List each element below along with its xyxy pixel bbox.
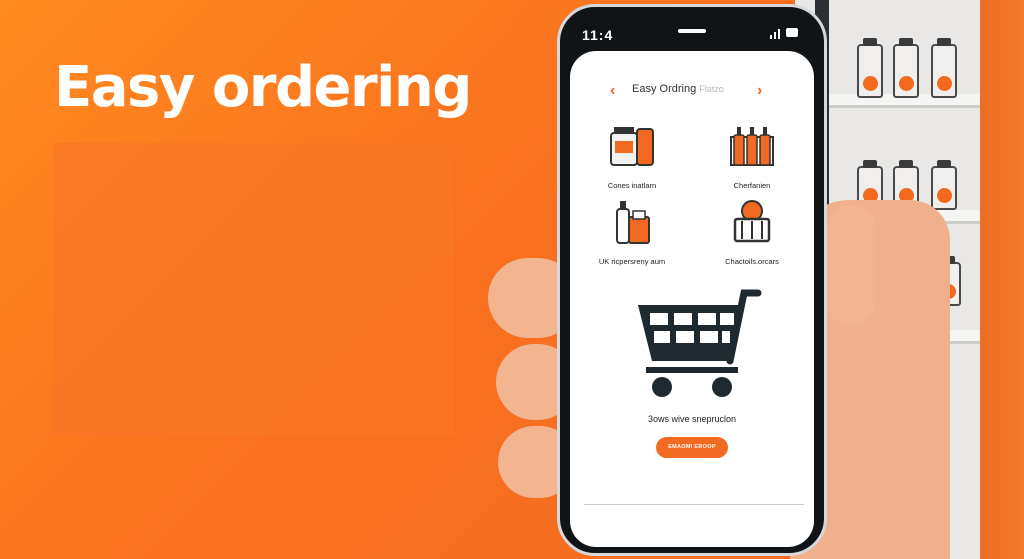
nav-title: Easy Ordring Flatzo xyxy=(632,83,724,95)
chevron-right-icon[interactable]: › xyxy=(757,81,762,101)
category-label: Chactoils.orcars xyxy=(725,257,779,266)
phone: 11:4 ‹ Easy Ordring Flatzo › Cones inatl… xyxy=(557,4,827,556)
category-item[interactable]: Cones inatlarn xyxy=(592,123,672,190)
cart-caption: 3ows wive snepruclon xyxy=(647,414,737,424)
signal-icon xyxy=(770,27,780,39)
bottle-bag-icon xyxy=(607,199,657,245)
order-button[interactable]: EMAOMI EROOP xyxy=(656,437,728,458)
status-time: 11:4 xyxy=(582,27,614,43)
category-item[interactable]: Chactoils.orcars xyxy=(712,199,792,266)
nav-title-suffix: Flatzo xyxy=(699,84,724,94)
jar xyxy=(931,160,957,210)
headline: Easy ordering xyxy=(54,55,472,120)
nav-title-text: Easy Ordring xyxy=(632,83,697,95)
basket-icon xyxy=(727,199,777,245)
thumb xyxy=(826,205,876,325)
chevron-left-icon[interactable]: ‹ xyxy=(610,81,615,101)
promo-panel xyxy=(54,143,454,436)
jar-products-icon xyxy=(607,123,657,169)
right-strip xyxy=(980,0,1024,559)
battery-icon xyxy=(786,28,798,37)
jar xyxy=(857,38,883,98)
category-label: Cones inatlarn xyxy=(607,181,657,190)
category-item[interactable]: Cherfanien xyxy=(712,123,792,190)
speaker-notch xyxy=(678,29,706,33)
jar xyxy=(931,38,957,98)
shopping-cart-icon xyxy=(632,283,762,403)
app-screen: ‹ Easy Ordring Flatzo › Cones inatlarn C… xyxy=(570,51,814,547)
bottles-icon xyxy=(727,123,777,169)
category-label: UK ricpersreny aum xyxy=(598,257,666,266)
category-item[interactable]: UK ricpersreny aum xyxy=(592,199,672,266)
category-label: Cherfanien xyxy=(733,181,771,190)
nav-bar: ‹ Easy Ordring Flatzo › xyxy=(570,81,814,101)
jar xyxy=(893,38,919,98)
divider xyxy=(584,504,804,505)
